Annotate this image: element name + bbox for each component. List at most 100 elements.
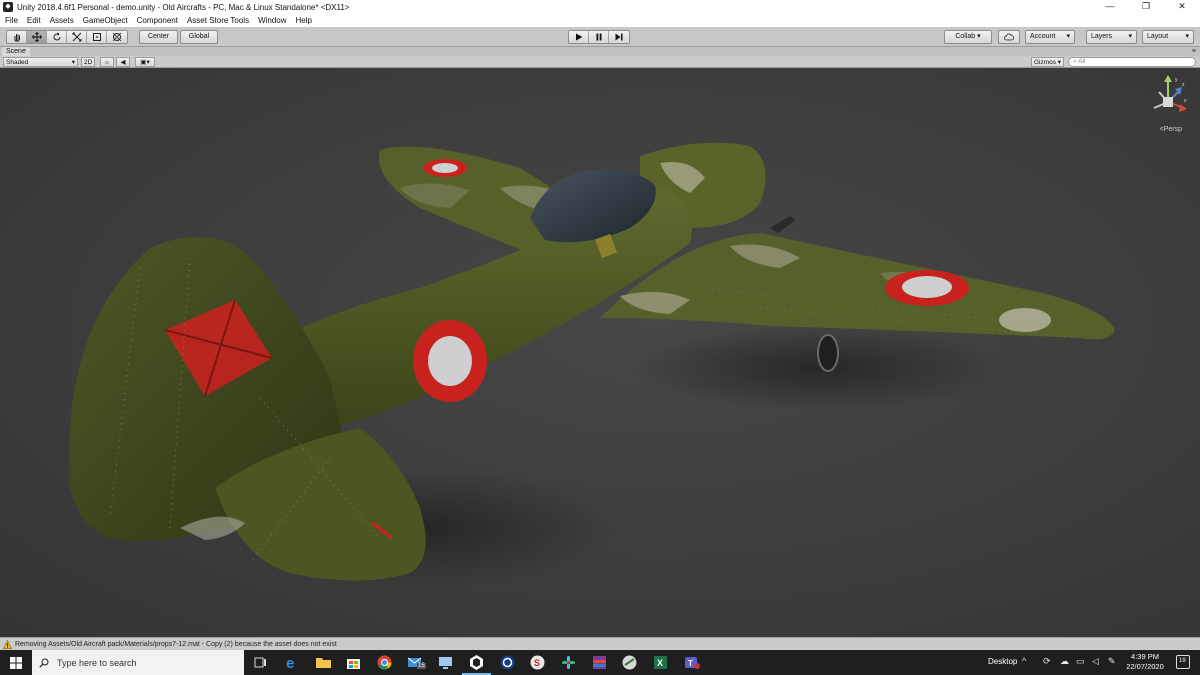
archive-icon[interactable] <box>590 653 609 672</box>
speaker-icon: ◀ <box>120 59 126 66</box>
close-button[interactable]: ✕ <box>1164 0 1200 14</box>
edge-browser-icon[interactable]: e <box>283 653 302 672</box>
menu-gameobject[interactable]: GameObject <box>83 16 128 25</box>
transform-icon <box>112 32 122 42</box>
store-icon[interactable] <box>344 653 363 672</box>
svg-text:e: e <box>286 655 294 672</box>
mail-icon[interactable]: 15 <box>406 653 426 672</box>
network-icon[interactable]: ▭ <box>1076 656 1085 667</box>
search-icon: ⌕ <box>1073 58 1077 65</box>
task-view-icon[interactable] <box>251 653 270 672</box>
slack-icon[interactable] <box>559 653 578 672</box>
cloud-app-icon[interactable] <box>620 653 639 672</box>
tab-menu-icon[interactable]: ≡ <box>1192 47 1196 56</box>
hand-tool-button[interactable] <box>7 31 27 43</box>
menu-file[interactable]: File <box>5 16 18 25</box>
audio-toggle[interactable]: ◀ <box>116 57 130 67</box>
remote-desktop-icon[interactable] <box>436 653 455 672</box>
file-explorer-icon[interactable] <box>314 653 333 672</box>
rect-icon <box>92 33 101 41</box>
pivot-global-toggle[interactable]: Global <box>180 30 218 44</box>
play-button[interactable] <box>569 31 589 43</box>
taskbar-search-input[interactable]: Type here to search <box>32 650 244 675</box>
gizmos-dropdown[interactable]: Gizmos ▾ <box>1031 57 1064 67</box>
shading-mode-dropdown[interactable]: Shaded ▾ <box>3 57 78 67</box>
2d-label: 2D <box>84 59 93 66</box>
pivot-center-toggle[interactable]: Center <box>139 30 178 44</box>
system-clock[interactable]: 4:39 PM 22/07/2020 <box>1123 652 1167 672</box>
account-label: Account <box>1030 33 1056 40</box>
unity-logo-icon: ◆ <box>3 2 13 12</box>
layout-label: Layout <box>1147 33 1169 40</box>
projection-label: Persp <box>1163 126 1182 133</box>
console-message: Removing Assets/Old Aircraft pack/Materi… <box>15 640 337 648</box>
menu-help[interactable]: Help <box>296 16 312 25</box>
gizmos-label: Gizmos <box>1034 59 1057 66</box>
cloud-icon[interactable]: ☁ <box>1060 656 1069 667</box>
scene-view-toolbar: Shaded ▾ 2D ☼ ◀ ▣▾ Gizmos ▾ ⌕ All <box>0 56 1200 68</box>
collab-dropdown[interactable]: Collab ▾ <box>944 30 992 44</box>
chrome-icon[interactable] <box>375 653 394 672</box>
maximize-button[interactable]: ❐ <box>1128 0 1164 14</box>
move-tool-button[interactable] <box>27 31 47 43</box>
teams-icon[interactable]: T <box>682 653 701 672</box>
left-roundel-center <box>432 163 458 173</box>
lighting-toggle[interactable]: ☼ <box>100 57 114 67</box>
2d-toggle[interactable]: 2D <box>81 57 95 67</box>
menu-bar: File Edit Assets GameObject Component As… <box>0 14 1200 27</box>
console-status-bar[interactable]: Removing Assets/Old Aircraft pack/Materi… <box>0 637 1200 650</box>
menu-asset-store-tools[interactable]: Asset Store Tools <box>187 16 249 25</box>
scene-viewport[interactable]: y x z <Persp <box>0 68 1200 637</box>
menu-window[interactable]: Window <box>258 16 286 25</box>
excel-icon[interactable]: X <box>651 653 670 672</box>
transform-tool-button[interactable] <box>107 31 127 43</box>
scale-tool-button[interactable] <box>67 31 87 43</box>
menu-component[interactable]: Component <box>137 16 178 25</box>
chevron-up-icon[interactable]: ^ <box>1022 656 1026 666</box>
cloud-icon <box>1004 33 1014 41</box>
effects-dropdown[interactable]: ▣▾ <box>135 57 155 67</box>
unity-editor-window: ◆ Unity 2018.4.6f1 Personal - demo.unity… <box>0 0 1200 675</box>
pivot-center-label: Center <box>147 33 169 40</box>
menu-assets[interactable]: Assets <box>50 16 74 25</box>
substance-icon[interactable]: S <box>528 653 547 672</box>
layout-dropdown[interactable]: Layout ▾ <box>1142 30 1194 44</box>
volume-icon[interactable]: ◁ <box>1092 656 1099 667</box>
hand-icon <box>14 34 20 42</box>
desktop-toolbar-label[interactable]: Desktop <box>988 657 1017 666</box>
minimize-button[interactable]: — <box>1092 0 1128 14</box>
start-button[interactable] <box>0 650 32 675</box>
cinema4d-icon[interactable] <box>498 653 517 672</box>
scene-search-input[interactable]: ⌕ All <box>1068 57 1196 67</box>
playback-controls <box>568 30 630 44</box>
landing-wheel <box>817 334 839 372</box>
projection-toggle[interactable]: <Persp <box>1160 126 1182 133</box>
pause-button[interactable] <box>589 31 609 43</box>
unity-app-icon[interactable] <box>462 653 491 675</box>
aircraft-model[interactable] <box>0 68 1200 637</box>
tab-scene[interactable]: Scene <box>2 47 30 56</box>
transform-tools <box>6 30 128 44</box>
step-button[interactable] <box>609 31 629 43</box>
notification-center-button[interactable]: 19 <box>1176 655 1190 669</box>
propeller-blade <box>770 216 796 233</box>
pen-icon[interactable]: ✎ <box>1108 656 1116 667</box>
svg-text:X: X <box>657 658 663 668</box>
collab-label: Collab ▾ <box>955 33 981 40</box>
svg-text:y: y <box>1175 77 1178 83</box>
svg-text:z: z <box>1182 82 1185 88</box>
mail-badge: 15 <box>417 663 426 669</box>
rotate-tool-button[interactable] <box>47 31 67 43</box>
svg-text:x: x <box>1184 98 1187 104</box>
search-placeholder: All <box>1078 58 1086 65</box>
step-icon <box>615 33 623 41</box>
menu-edit[interactable]: Edit <box>27 16 41 25</box>
layers-dropdown[interactable]: Layers ▾ <box>1086 30 1137 44</box>
rect-tool-button[interactable] <box>87 31 107 43</box>
svg-text:S: S <box>534 658 540 668</box>
sync-icon[interactable]: ⟳ <box>1043 656 1051 667</box>
right-roundel-center <box>902 276 952 298</box>
account-dropdown[interactable]: Account ▾ <box>1025 30 1075 44</box>
wing-shadow <box>630 326 1010 410</box>
cloud-button[interactable] <box>998 30 1020 44</box>
